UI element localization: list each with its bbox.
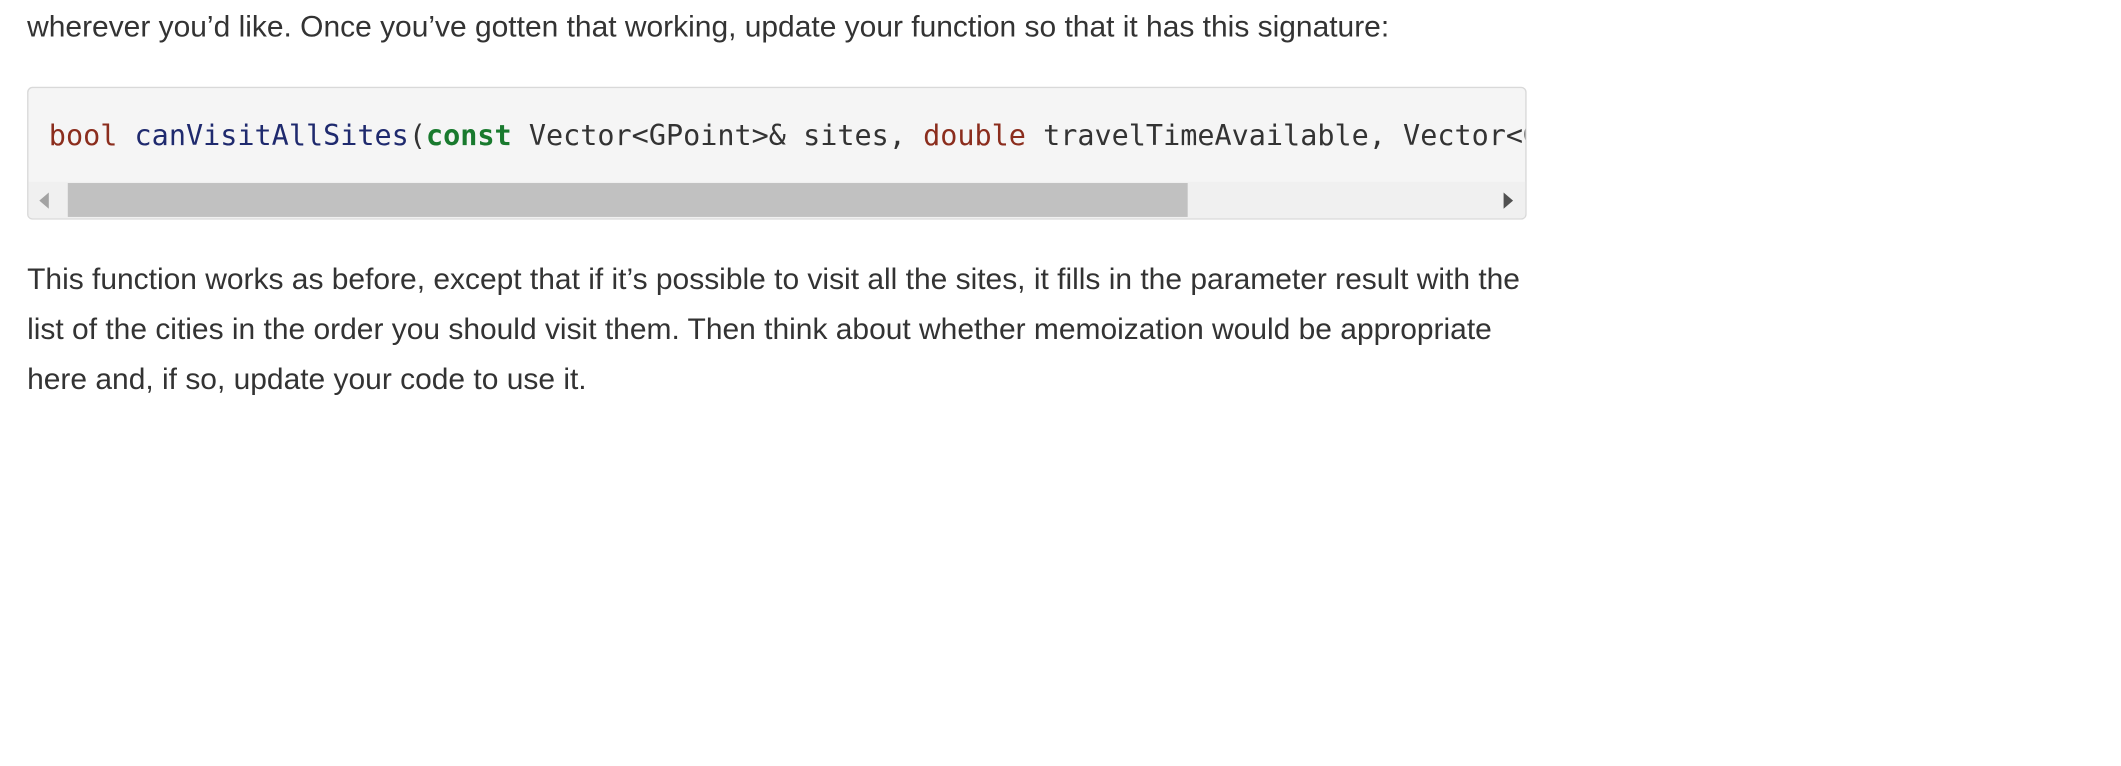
code-double-keyword: double bbox=[923, 119, 1026, 152]
horizontal-scrollbar[interactable] bbox=[28, 181, 1526, 219]
code-return-type: bool bbox=[48, 119, 118, 152]
scroll-right-arrow-icon[interactable] bbox=[1503, 192, 1514, 209]
intro-paragraph: wherever you’d like. Once you’ve gotten … bbox=[27, 9, 1390, 44]
code-function-name: canVisitAllSites bbox=[134, 119, 409, 152]
code-open-paren: ( bbox=[408, 119, 426, 152]
document-page: wherever you’d like. Once you’ve gotten … bbox=[0, 0, 2121, 766]
code-const-keyword: const bbox=[425, 119, 512, 152]
body-paragraph: This function works as before, except th… bbox=[27, 261, 1520, 396]
code-param-sites: Vector<GPoint>& sites, bbox=[511, 119, 924, 152]
code-param-rest: travelTimeAvailable, Vector<GPoint>& res… bbox=[1043, 119, 1525, 152]
scrollbar-thumb[interactable] bbox=[67, 183, 1188, 217]
code-block: bool canVisitAllSites(const Vector<GPoin… bbox=[27, 86, 1527, 220]
code-signature-line: bool canVisitAllSites(const Vector<GPoin… bbox=[48, 115, 1525, 156]
scroll-left-arrow-icon[interactable] bbox=[39, 192, 49, 209]
